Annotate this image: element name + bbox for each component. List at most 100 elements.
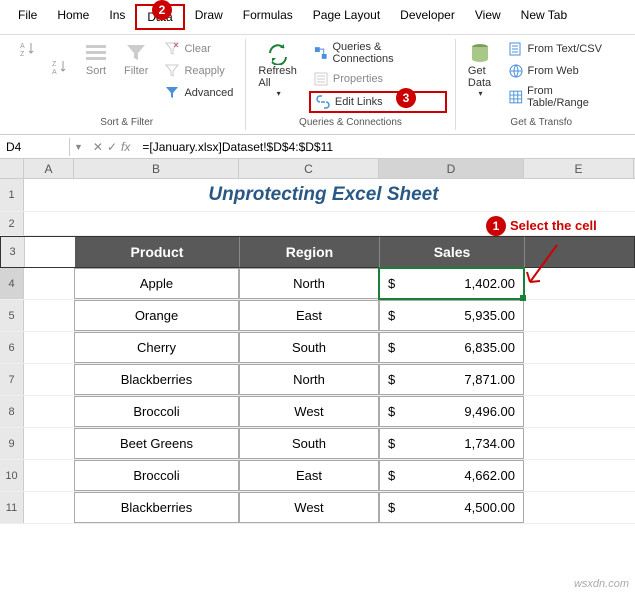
cell[interactable]	[24, 460, 74, 491]
cell[interactable]	[24, 212, 74, 235]
cell-region[interactable]: North	[239, 268, 379, 299]
cell-sales[interactable]: $1,402.00	[379, 268, 524, 299]
cell-product[interactable]: Beet Greens	[74, 428, 239, 459]
cell-region[interactable]: West	[239, 492, 379, 523]
title-cell[interactable]: Unprotecting Excel Sheet	[74, 179, 524, 211]
properties-icon	[313, 71, 329, 87]
cell-sales[interactable]: $6,835.00	[379, 332, 524, 363]
cell[interactable]	[24, 396, 74, 427]
edit-links-button[interactable]: Edit Links	[309, 91, 447, 113]
accept-formula-icon[interactable]: ✓	[107, 140, 117, 154]
name-box[interactable]: D4	[0, 138, 70, 156]
cell-product[interactable]: Orange	[74, 300, 239, 331]
formula-bar[interactable]: =[January.xlsx]Dataset!$D$4:$D$11	[136, 138, 635, 156]
cell-region[interactable]: East	[239, 460, 379, 491]
col-header-d[interactable]: D	[379, 159, 524, 178]
row-header-8[interactable]: 8	[0, 396, 24, 427]
filter-label: Filter	[124, 65, 148, 77]
cell[interactable]	[25, 237, 75, 267]
properties-button[interactable]: Properties	[309, 69, 447, 89]
menu-file[interactable]: File	[8, 4, 47, 30]
menu-formulas[interactable]: Formulas	[233, 4, 303, 30]
namebox-dropdown-icon[interactable]: ▼	[70, 142, 87, 152]
col-header-e[interactable]: E	[524, 159, 634, 178]
col-header-c[interactable]: C	[239, 159, 379, 178]
cell-product[interactable]: Apple	[74, 268, 239, 299]
from-table-button[interactable]: From Table/Range	[504, 83, 619, 111]
cell-region[interactable]: West	[239, 396, 379, 427]
menu-home[interactable]: Home	[47, 4, 99, 30]
cell-region[interactable]: South	[239, 428, 379, 459]
cell-product[interactable]: Cherry	[74, 332, 239, 363]
header-product[interactable]: Product	[75, 237, 240, 267]
cell-region[interactable]: North	[239, 364, 379, 395]
sort-za-icon: ZA	[52, 59, 68, 75]
svg-text:A: A	[20, 43, 25, 50]
row-header-4[interactable]: 4	[0, 268, 24, 299]
queries-group-label: Queries & Connections	[299, 115, 402, 130]
cell-sales[interactable]: $4,500.00	[379, 492, 524, 523]
row-header-6[interactable]: 6	[0, 332, 24, 363]
col-header-b[interactable]: B	[74, 159, 239, 178]
getdata-group-label: Get & Transfo	[510, 115, 572, 130]
row-header-11[interactable]: 11	[0, 492, 24, 523]
cell[interactable]	[24, 492, 74, 523]
menu-draw[interactable]: Draw	[185, 4, 233, 30]
col-header-a[interactable]: A	[24, 159, 74, 178]
cell-product[interactable]: Blackberries	[74, 364, 239, 395]
row-header-7[interactable]: 7	[0, 364, 24, 395]
cancel-formula-icon[interactable]: ✕	[93, 140, 103, 154]
getdata-label: GetData	[468, 65, 491, 89]
cell-product[interactable]: Blackberries	[74, 492, 239, 523]
queries-connections-button[interactable]: Queries & Connections	[309, 39, 447, 67]
menu-insert[interactable]: Ins	[99, 4, 135, 30]
clear-label: Clear	[184, 43, 210, 55]
header-sales[interactable]: Sales	[380, 237, 525, 267]
row-header-10[interactable]: 10	[0, 460, 24, 491]
menu-view[interactable]: View	[465, 4, 511, 30]
select-all-corner[interactable]	[0, 159, 24, 178]
cell-product[interactable]: Broccoli	[74, 396, 239, 427]
cell-sales[interactable]: $9,496.00	[379, 396, 524, 427]
row-header-3[interactable]: 3	[1, 237, 25, 267]
dropdown-icon: ▾	[479, 89, 483, 98]
advanced-button[interactable]: Advanced	[160, 83, 237, 103]
reapply-button[interactable]: Reapply	[160, 61, 237, 81]
header-region[interactable]: Region	[240, 237, 380, 267]
row-header-5[interactable]: 5	[0, 300, 24, 331]
sort-az-icon: AZ	[20, 41, 36, 57]
sort-za-button[interactable]: ZA	[48, 57, 72, 77]
row-header-2[interactable]: 2	[0, 212, 24, 235]
cell[interactable]	[24, 428, 74, 459]
from-web-button[interactable]: From Web	[504, 61, 619, 81]
get-data-button[interactable]: GetData▾	[464, 39, 496, 100]
properties-label: Properties	[333, 73, 383, 85]
cell[interactable]	[24, 300, 74, 331]
clear-button[interactable]: Clear	[160, 39, 237, 59]
sort-button[interactable]: Sort	[80, 39, 112, 79]
cell-sales[interactable]: $4,662.00	[379, 460, 524, 491]
sort-az-button[interactable]: AZ	[16, 39, 40, 59]
row-header-9[interactable]: 9	[0, 428, 24, 459]
refresh-icon	[266, 41, 290, 65]
from-textcsv-button[interactable]: From Text/CSV	[504, 39, 619, 59]
filter-button[interactable]: Filter	[120, 39, 152, 79]
menu-developer[interactable]: Developer	[390, 4, 465, 30]
cell[interactable]	[24, 179, 74, 211]
refresh-all-button[interactable]: RefreshAll▾	[254, 39, 301, 100]
cell[interactable]	[24, 268, 74, 299]
cell[interactable]	[24, 364, 74, 395]
row-header-1[interactable]: 1	[0, 179, 24, 211]
cell-region[interactable]: South	[239, 332, 379, 363]
menu-pagelayout[interactable]: Page Layout	[303, 4, 390, 30]
sort-label: Sort	[86, 65, 106, 77]
watermark: wsxdn.com	[574, 578, 629, 590]
cell-sales[interactable]: $5,935.00	[379, 300, 524, 331]
cell-product[interactable]: Broccoli	[74, 460, 239, 491]
menu-newtab[interactable]: New Tab	[511, 4, 577, 30]
cell-sales[interactable]: $7,871.00	[379, 364, 524, 395]
cell-sales[interactable]: $1,734.00	[379, 428, 524, 459]
cell[interactable]	[24, 332, 74, 363]
fx-icon[interactable]: fx	[121, 140, 130, 154]
cell-region[interactable]: East	[239, 300, 379, 331]
